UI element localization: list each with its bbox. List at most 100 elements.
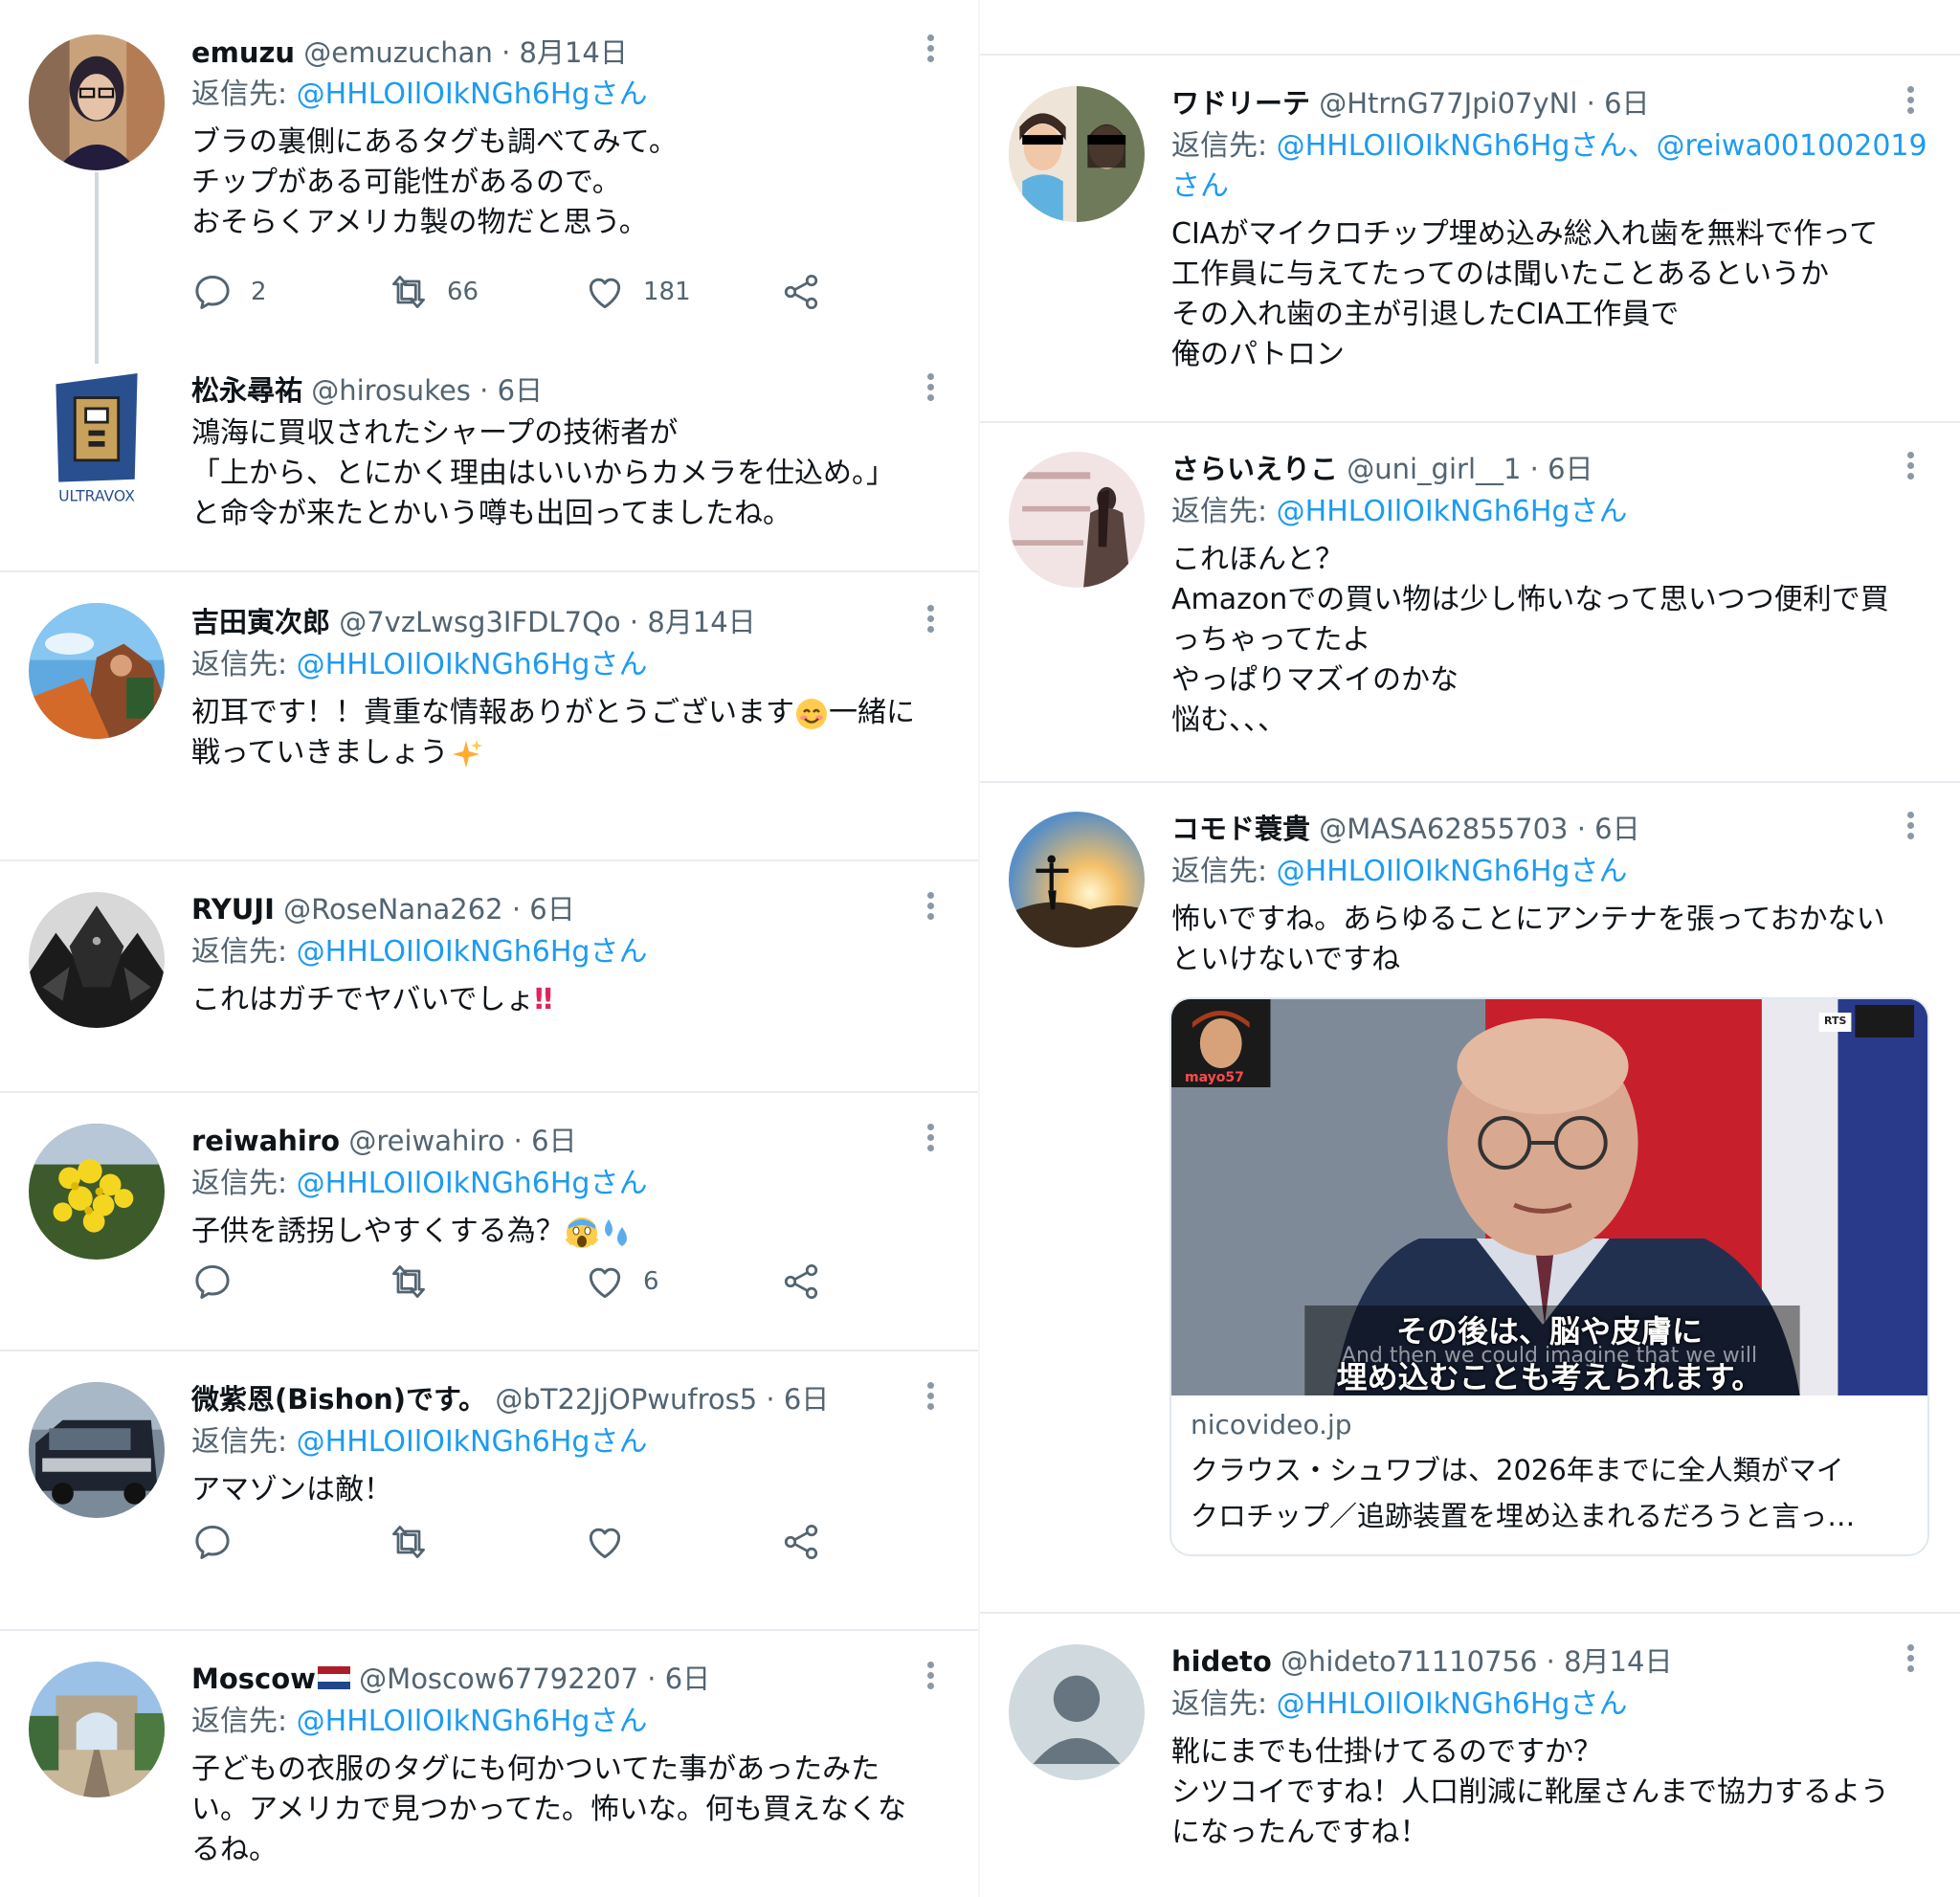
user-handle[interactable]: @Moscow67792207 [359,1663,638,1695]
reply-button[interactable] [191,1518,234,1566]
user-handle[interactable]: @7vzLwsg3IFDL7Qo [339,606,620,638]
share-button[interactable] [780,1258,822,1306]
avatar-wadorite[interactable] [1009,86,1145,222]
reply-mention-link[interactable]: @HHLOIlOIkNGh6Hgさん、@reiwa001002019 [1277,129,1927,163]
display-name[interactable]: さらいえりこ [1171,453,1338,485]
tweet-bishon[interactable]: 微紫恩(Bishon)です。 @bT22JjOPwufros5 · 6日 返信先… [0,1351,978,1629]
display-name[interactable]: 松永尋祐 [191,374,302,407]
tweet-text: CIAがマイクロチップ埋め込み総入れ歯を無料で作って 工作員に与えてたってのは聞… [1171,214,1878,375]
tweet-header: reiwahiro @reiwahiro · 6日 [191,1122,577,1160]
display-name[interactable]: Moscow [191,1663,316,1695]
tweet-text: 子どもの衣服のタグにも何かついてた事があったみた い。アメリカで見つかってた。怖… [191,1750,906,1870]
tweet-moscow[interactable]: Moscow @Moscow67792207 · 6日 返信先: @HHLOIl… [0,1631,978,1897]
more-vertical-icon[interactable] [921,888,940,926]
display-name[interactable]: reiwahiro [191,1125,340,1157]
reply-to-line: 返信先: @HHLOIlOIkNGh6Hgさん [191,932,647,972]
more-vertical-icon[interactable] [921,369,940,408]
avatar-logo-text: ULTRAVOX [58,487,135,504]
reply-mention-link[interactable]: @HHLOIlOIkNGh6Hgさん [1277,495,1628,528]
more-vertical-icon[interactable] [1901,82,1920,121]
reply-mention-link[interactable]: @HHLOIlOIkNGh6Hgさん [1277,855,1628,888]
reply-to-line: 返信先: @HHLOIlOIkNGh6Hgさん、@reiwa001002019 … [1171,126,1927,207]
display-name[interactable]: RYUJI [191,893,275,926]
user-handle[interactable]: @reiwahiro [348,1125,504,1157]
user-handle[interactable]: @bT22JjOPwufros5 [495,1383,757,1416]
display-name[interactable]: 吉田寅次郎 [191,606,330,638]
reply-mention-link[interactable]: @HHLOIlOIkNGh6Hgさん [297,935,648,969]
link-card[interactable]: RTS mayo57 その後は、脳や皮膚に And then we could … [1169,997,1929,1556]
tweet-komodo[interactable]: コモド蓑貴 @MASA62855703 · 6日 返信先: @HHLOIlOIk… [980,783,1960,1612]
reply-mention-link[interactable]: @HHLOIlOIkNGh6Hgさん [297,1167,648,1200]
card-video-thumbnail[interactable]: RTS mayo57 その後は、脳や皮膚に And then we could … [1171,999,1927,1395]
avatar-hideto[interactable] [1009,1644,1145,1780]
user-handle[interactable]: @uni_girl__1 [1347,453,1521,485]
reply-mention-link[interactable]: @HHLOIlOIkNGh6Hgさん [297,1705,648,1738]
display-name[interactable]: hideto [1171,1645,1272,1678]
timestamp[interactable]: 6日 [665,1663,710,1695]
reply-mention-link[interactable]: さん [1171,167,1927,207]
more-vertical-icon[interactable] [921,601,940,639]
timestamp[interactable]: 8月14日 [1564,1645,1672,1678]
retweet-button[interactable] [388,1258,430,1306]
separator: · [501,36,511,69]
timestamp[interactable]: 8月14日 [520,36,628,69]
timestamp[interactable]: 6日 [784,1383,829,1416]
tweet-hirosukes[interactable]: ULTRAVOX 松永尋祐 @hirosukes · 6日 鴻海に買収されたシャ… [0,354,978,572]
more-vertical-icon[interactable] [921,1120,940,1158]
reply-mention-link[interactable]: @HHLOIlOIkNGh6Hgさん [1277,1687,1628,1721]
like-button[interactable] [584,1518,626,1566]
timestamp[interactable]: 6日 [1604,87,1649,120]
reply-button[interactable]: 2 [191,268,267,316]
timestamp[interactable]: 6日 [531,1125,576,1157]
user-handle[interactable]: @emuzuchan [303,36,493,69]
retweet-button[interactable]: 66 [388,268,479,316]
retweet-button[interactable] [388,1518,430,1566]
reply-mention-link[interactable]: @HHLOIlOIkNGh6Hgさん [297,78,648,111]
user-handle[interactable]: @HtrnG77Jpi07yNl [1319,87,1577,120]
tweet-hideto[interactable]: hideto @hideto71110756 · 8月14日 返信先: @HHL… [980,1614,1960,1897]
avatar-reiwahiro[interactable] [29,1124,165,1260]
more-vertical-icon[interactable] [921,31,940,69]
share-button[interactable] [780,1518,822,1566]
timestamp[interactable]: 6日 [1548,453,1592,485]
reply-mention-link[interactable]: @HHLOIlOIkNGh6Hgさん [297,648,648,681]
display-name[interactable]: コモド蓑貴 [1171,813,1310,845]
display-name[interactable]: emuzu [191,36,295,69]
timestamp[interactable]: 6日 [529,893,574,926]
tweet-sarai-eriko[interactable]: さらいえりこ @uni_girl__1 · 6日 返信先: @HHLOIlOIk… [980,423,1960,779]
avatar-hirosukes[interactable]: ULTRAVOX [29,373,165,509]
like-button[interactable]: 181 [584,268,691,316]
share-button[interactable] [780,268,822,316]
like-button[interactable]: 6 [584,1258,659,1306]
retweet-icon [388,1521,430,1563]
user-handle[interactable]: @MASA62855703 [1319,813,1568,845]
tweet-emuzu[interactable]: emuzu @emuzuchan · 8月14日 返信先: @HHLOIlOIk… [0,0,978,364]
avatar-sarai-eriko[interactable] [1009,452,1145,588]
more-vertical-icon[interactable] [921,1658,940,1696]
tweet-wadorite[interactable]: ワドリーテ @HtrnG77Jpi07yNl · 6日 返信先: @HHLOIl… [980,56,1960,419]
avatar-bishon[interactable] [29,1382,165,1518]
display-name[interactable]: ワドリーテ [1171,87,1310,120]
avatar-emuzu[interactable] [29,34,165,170]
more-vertical-icon[interactable] [921,1378,940,1417]
tweet-yoshida[interactable]: 吉田寅次郎 @7vzLwsg3IFDL7Qo · 8月14日 返信先: @HHL… [0,572,978,859]
avatar-ryuji[interactable] [29,892,165,1028]
tweet-ryuji[interactable]: RYUJI @RoseNana262 · 6日 返信先: @HHLOIlOIkN… [0,861,978,1091]
avatar-moscow[interactable] [29,1662,165,1797]
timestamp[interactable]: 6日 [1594,813,1639,845]
more-vertical-icon[interactable] [1901,808,1920,846]
display-name[interactable]: 微紫恩(Bishon)です。 [191,1383,486,1416]
tweet-reiwahiro[interactable]: reiwahiro @reiwahiro · 6日 返信先: @HHLOIlOI… [0,1093,978,1351]
timestamp[interactable]: 8月14日 [647,606,755,638]
reply-button[interactable] [191,1258,234,1306]
share-icon [780,1521,822,1563]
reply-mention-link[interactable]: @HHLOIlOIkNGh6Hgさん [297,1425,648,1459]
more-vertical-icon[interactable] [1901,448,1920,486]
more-vertical-icon[interactable] [1901,1640,1920,1679]
user-handle[interactable]: @hideto71110756 [1281,1645,1537,1678]
user-handle[interactable]: @RoseNana262 [283,893,503,926]
avatar-yoshida[interactable] [29,603,165,739]
avatar-komodo[interactable] [1009,812,1145,948]
timestamp[interactable]: 6日 [498,374,543,407]
user-handle[interactable]: @hirosukes [311,374,471,407]
